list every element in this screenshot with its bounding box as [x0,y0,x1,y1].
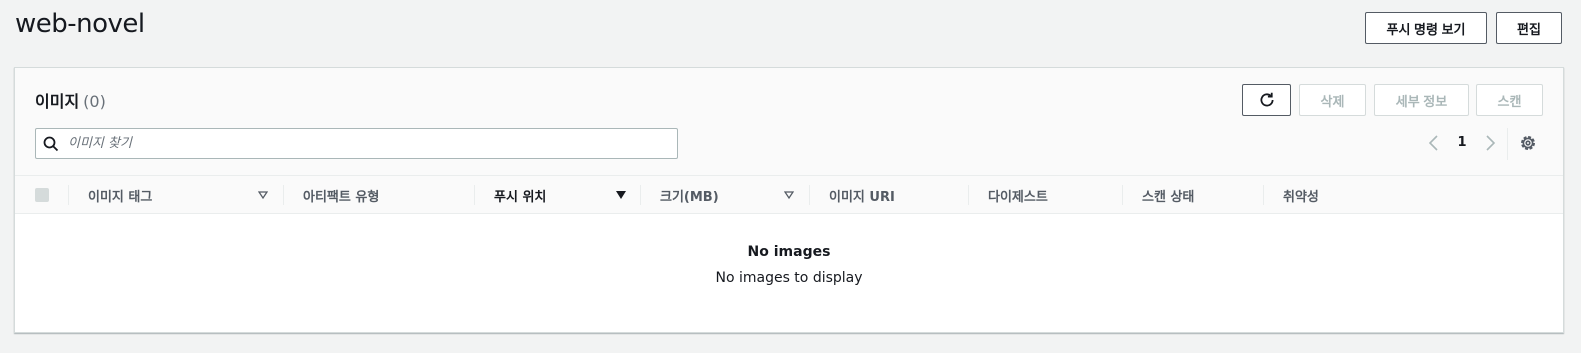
column-header-vulnerabilities: 취약성 [1263,176,1463,214]
previous-page-icon[interactable] [1426,134,1442,152]
search-icon [43,136,59,152]
table-header: 이미지 태그 아티팩트 유형 푸시 위치 크기(MB) 이미지 URI 다이제스… [15,176,1563,214]
panel-title: 이미지 (0) [35,88,106,112]
scan-button[interactable]: 스캔 [1476,84,1543,116]
delete-button[interactable]: 삭제 [1299,84,1366,116]
column-header-artifact-type: 아티팩트 유형 [283,176,474,214]
sort-icon[interactable] [258,190,268,200]
column-header-scan-status: 스캔 상태 [1122,176,1263,214]
edit-button[interactable]: 편집 [1496,12,1562,44]
empty-state-title: No images [747,244,831,260]
column-header-image-tag[interactable]: 이미지 태그 [68,176,283,214]
column-header-digest: 다이제스트 [968,176,1122,214]
column-label: 푸시 위치 [494,189,547,205]
gear-icon[interactable] [1518,133,1538,153]
search-field[interactable] [35,128,678,159]
column-label: 아티팩트 유형 [303,189,380,205]
refresh-button[interactable] [1242,84,1291,116]
pager-divider [1507,128,1508,160]
refresh-icon [1259,92,1274,107]
sort-icon[interactable] [784,190,794,200]
column-label: 취약성 [1283,189,1319,205]
sort-descending-icon[interactable] [615,190,627,200]
column-label: 스캔 상태 [1142,189,1195,205]
column-label: 이미지 URI [829,189,895,205]
column-label: 다이제스트 [988,189,1048,205]
details-button[interactable]: 세부 정보 [1374,84,1469,116]
column-label: 이미지 태그 [88,189,153,205]
column-label: 크기(MB) [660,189,719,205]
current-page[interactable]: 1 [1455,135,1469,150]
panel-header: 이미지(0) 삭제 세부 정보 스캔 1 [15,68,1563,176]
search-input[interactable] [66,129,666,158]
images-panel: 이미지(0) 삭제 세부 정보 스캔 1 [14,67,1564,333]
panel-title-text: 이미지 [35,92,80,111]
page-title: web-novel [15,9,145,39]
column-header-image-uri: 이미지 URI [809,176,968,214]
empty-state-description: No images to display [715,270,863,286]
image-count: (0) [83,92,106,111]
next-page-icon[interactable] [1482,134,1498,152]
view-push-commands-button[interactable]: 푸시 명령 보기 [1365,12,1487,44]
select-all-checkbox[interactable] [35,188,49,202]
